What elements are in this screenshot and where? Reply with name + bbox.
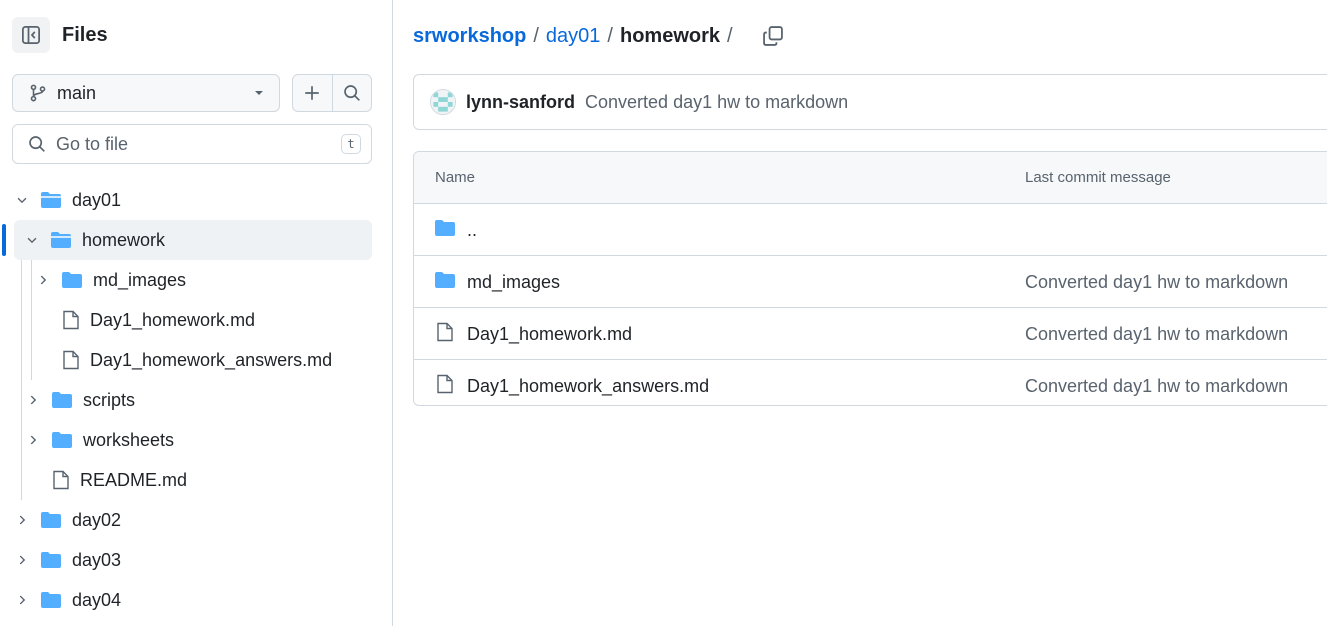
file-icon: [52, 470, 70, 490]
breadcrumb-current: homework: [619, 24, 721, 47]
file-name-link[interactable]: Day1_homework.md: [467, 324, 632, 345]
tree-item-day02[interactable]: day02: [14, 500, 372, 540]
tree-item-label: README.md: [80, 469, 188, 490]
tree-item-homework[interactable]: homework: [14, 220, 372, 260]
go-to-file-placeholder: Go to file: [56, 133, 129, 154]
tree-item-label: day04: [72, 589, 122, 610]
file-table-header: Name Last commit message: [414, 152, 1327, 204]
plus-icon: [305, 86, 319, 100]
tree-item-day1-homework-md[interactable]: Day1_homework.md: [62, 300, 372, 340]
git-branch-icon: [30, 84, 46, 102]
tree-item-md-images[interactable]: md_images: [35, 260, 372, 300]
copy-icon: [762, 26, 783, 46]
tree-item-day01[interactable]: day01: [14, 180, 372, 220]
commit-message-link[interactable]: Converted day1 hw to markdown: [1025, 324, 1288, 345]
avatar[interactable]: [430, 89, 456, 115]
file-icon: [436, 374, 454, 394]
commit-message-link[interactable]: Converted day1 hw to markdown: [1025, 272, 1288, 293]
table-row[interactable]: Day1_homework_answers.md Converted day1 …: [414, 360, 1327, 405]
go-to-file-input[interactable]: Go to file t: [12, 124, 372, 164]
add-file-button[interactable]: [293, 75, 332, 111]
column-header-last-commit: Last commit message: [1025, 169, 1171, 186]
tree-item-readme-md[interactable]: README.md: [52, 460, 372, 500]
commit-message-link[interactable]: Converted day1 hw to markdown: [1025, 376, 1288, 397]
breadcrumb-separator: /: [607, 24, 613, 47]
chevron-right-icon: [14, 513, 30, 527]
folder-icon: [40, 511, 62, 529]
breadcrumb-separator: /: [533, 24, 539, 47]
file-table: Name Last commit message .. md_images Co…: [413, 151, 1327, 406]
file-icon: [62, 310, 80, 330]
sidebar-collapse-icon: [22, 26, 40, 44]
keyboard-shortcut-hint: t: [341, 134, 361, 154]
table-row[interactable]: Day1_homework.md Converted day1 hw to ma…: [414, 308, 1327, 360]
file-tree-sidebar: Files main Go to file t day01 homework m…: [0, 0, 393, 626]
folder-open-icon: [50, 231, 72, 249]
breadcrumb: srworkshop / day01 / homework /: [413, 20, 784, 52]
tree-indent-guide: [21, 220, 22, 500]
chevron-right-icon: [25, 433, 41, 447]
file-icon: [436, 322, 454, 342]
tree-item-label: scripts: [83, 389, 136, 410]
folder-icon: [40, 551, 62, 569]
tree-item-label: homework: [82, 229, 166, 250]
file-name-link[interactable]: Day1_homework_answers.md: [467, 376, 709, 397]
search-icon: [343, 85, 360, 101]
file-name-link[interactable]: md_images: [467, 272, 560, 293]
folder-icon: [434, 271, 456, 289]
parent-directory-link[interactable]: ..: [467, 220, 477, 241]
identicon-avatar-icon: [431, 90, 455, 114]
tree-item-label: Day1_homework_answers.md: [90, 349, 333, 370]
search-button[interactable]: [331, 75, 372, 111]
main-content: srworkshop / day01 / homework / lynn-san…: [413, 0, 1327, 626]
copy-path-button[interactable]: [762, 25, 784, 47]
tree-item-label: worksheets: [83, 429, 175, 450]
folder-icon: [51, 431, 73, 449]
table-row[interactable]: ..: [414, 204, 1327, 256]
folder-icon: [434, 219, 456, 237]
tree-item-label: day02: [72, 509, 122, 530]
search-icon: [29, 136, 45, 152]
caret-down-icon: [255, 91, 263, 95]
breadcrumb-separator: /: [727, 24, 733, 47]
tree-item-scripts[interactable]: scripts: [25, 380, 372, 420]
collapse-sidebar-button[interactable]: [12, 17, 50, 53]
tree-item-label: day01: [72, 189, 122, 210]
sidebar-actions: [292, 74, 372, 112]
chevron-right-icon: [35, 273, 51, 287]
tree-item-label: day03: [72, 549, 122, 570]
selected-indicator: [2, 224, 6, 256]
tree-item-worksheets[interactable]: worksheets: [25, 420, 372, 460]
sidebar-header: Files: [12, 17, 108, 53]
tree-item-label: Day1_homework.md: [90, 309, 256, 330]
chevron-down-icon: [14, 193, 30, 207]
chevron-right-icon: [25, 393, 41, 407]
tree-item-label: md_images: [93, 269, 187, 290]
tree-item-day1-homework-answers-md[interactable]: Day1_homework_answers.md: [62, 340, 372, 380]
breadcrumb-day01-link[interactable]: day01: [546, 25, 601, 48]
latest-commit-box: lynn-sanford Converted day1 hw to markdo…: [413, 74, 1327, 130]
chevron-right-icon: [14, 593, 30, 607]
folder-icon: [61, 271, 83, 289]
folder-icon: [51, 391, 73, 409]
commit-author-link[interactable]: lynn-sanford: [466, 92, 575, 113]
commit-message-link[interactable]: Converted day1 hw to markdown: [585, 92, 848, 113]
tree-item-day04[interactable]: day04: [14, 580, 372, 620]
branch-name: main: [57, 82, 97, 103]
file-icon: [62, 350, 80, 370]
branch-selector[interactable]: main: [12, 74, 280, 112]
table-row[interactable]: md_images Converted day1 hw to markdown: [414, 256, 1327, 308]
tree-indent-guide: [31, 260, 32, 380]
breadcrumb-repo-link[interactable]: srworkshop: [413, 25, 526, 48]
folder-icon: [40, 591, 62, 609]
tree-item-day03[interactable]: day03: [14, 540, 372, 580]
chevron-right-icon: [14, 553, 30, 567]
sidebar-title: Files: [62, 23, 108, 46]
column-header-name: Name: [435, 169, 476, 186]
chevron-down-icon: [24, 233, 40, 247]
folder-open-icon: [40, 191, 62, 209]
